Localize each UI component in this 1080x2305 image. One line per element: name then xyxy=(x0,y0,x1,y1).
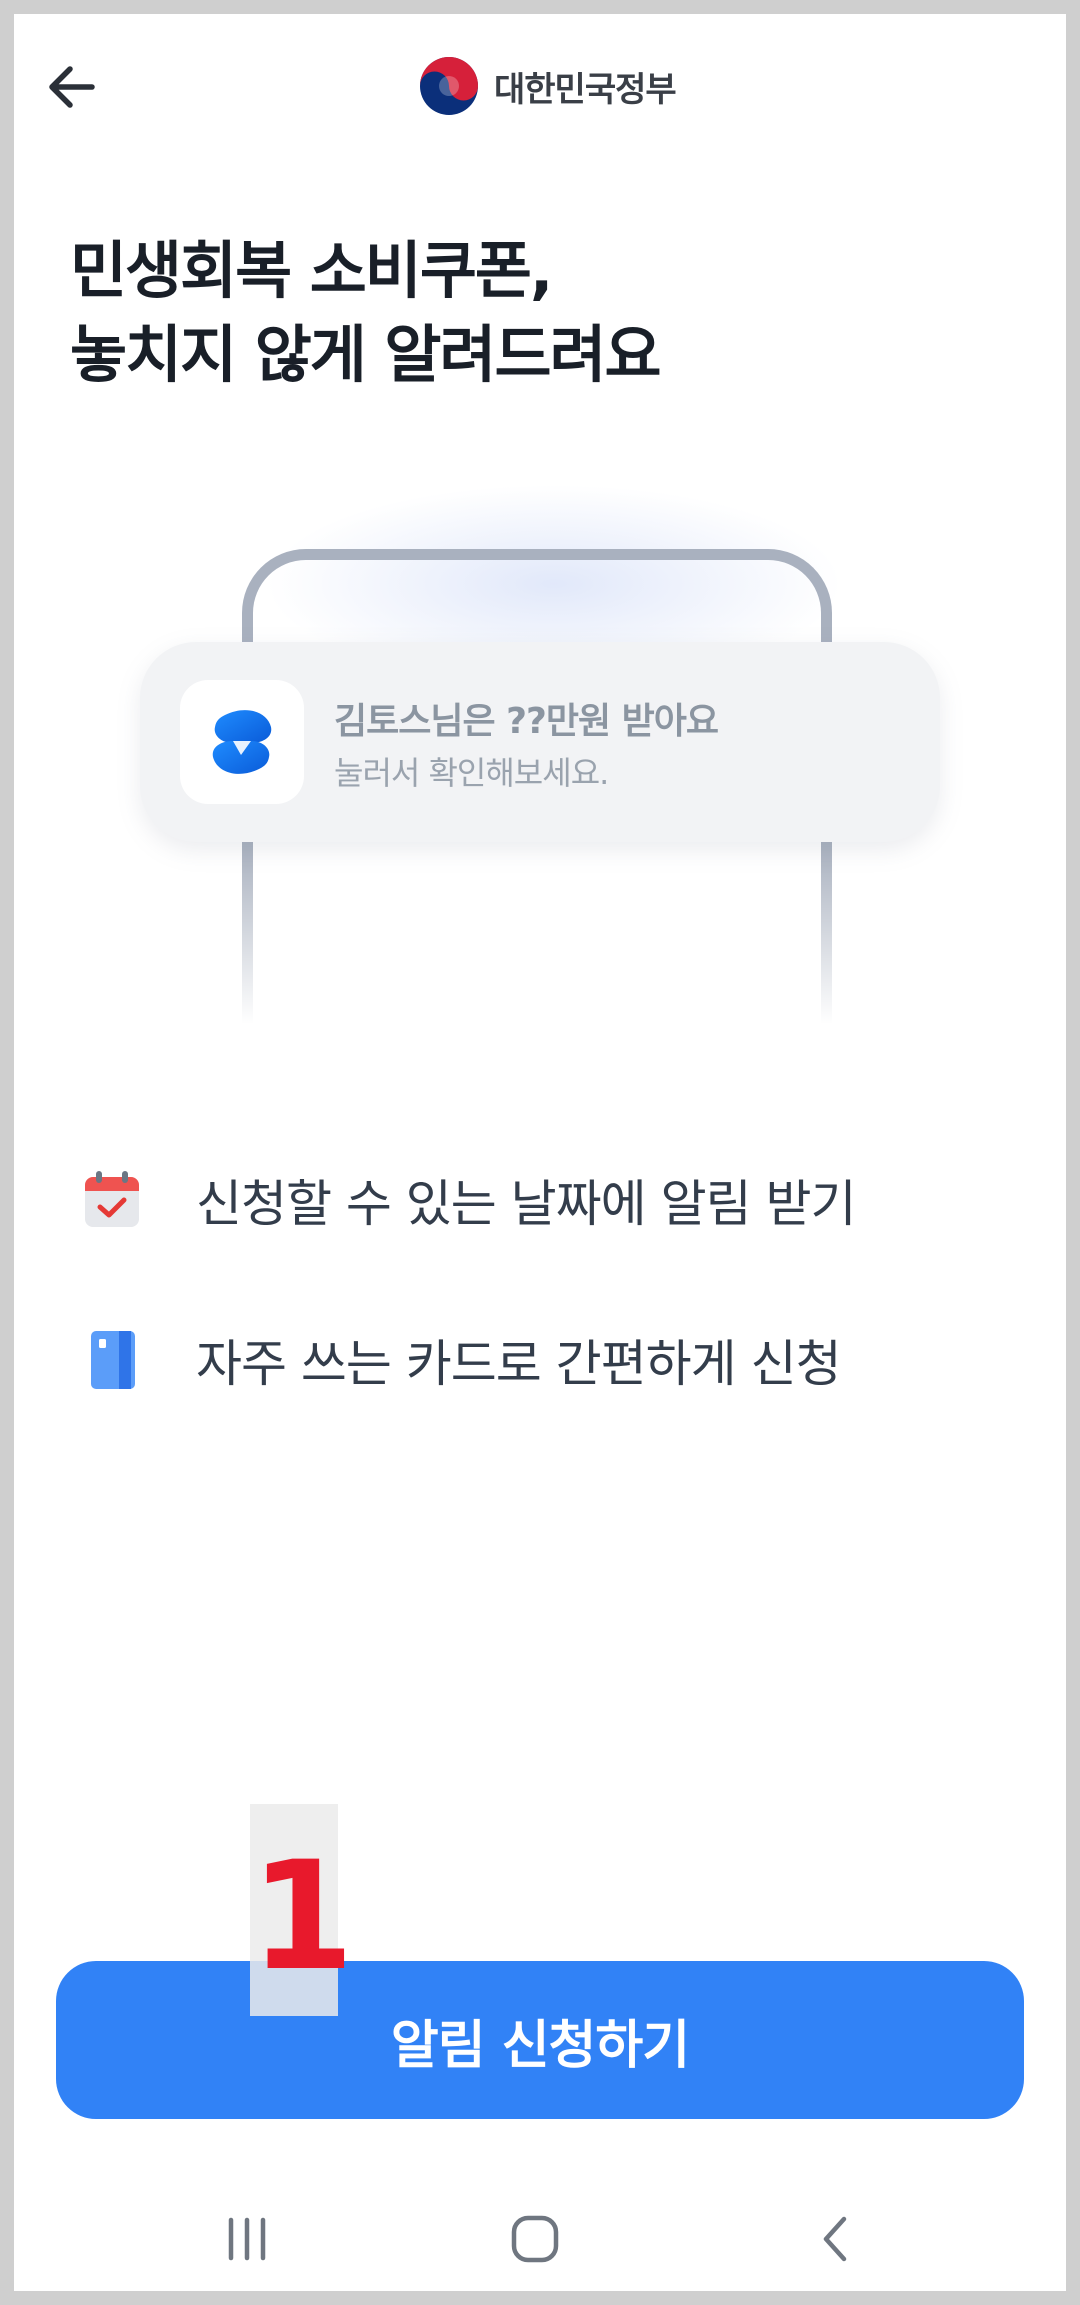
toss-logo-icon xyxy=(212,710,272,774)
annotation-number: 1 xyxy=(250,1830,355,2004)
phone-fade xyxy=(224,844,854,1044)
app-icon xyxy=(180,680,304,804)
card-icon xyxy=(72,1320,152,1400)
government-brand: 대한민국정부 xyxy=(418,46,677,126)
government-name: 대한민국정부 xyxy=(494,69,677,110)
title-line-1: 민생회복 소비쿠폰, xyxy=(70,234,553,307)
annotation-marker: 1 xyxy=(250,1804,355,2016)
home-button[interactable] xyxy=(490,2194,580,2284)
feature-label: 신청할 수 있는 날짜에 알림 받기 xyxy=(196,1175,856,1233)
recents-icon xyxy=(228,2217,266,2261)
page-title: 민생회복 소비쿠폰, 놓치지 않게 알려드려요 xyxy=(70,229,1010,397)
home-icon xyxy=(511,2215,559,2263)
back-button[interactable] xyxy=(34,49,110,125)
arrow-left-icon xyxy=(49,66,95,108)
nav-back-button[interactable] xyxy=(792,2194,882,2284)
feature-label: 자주 쓰는 카드로 간편하게 신청 xyxy=(196,1335,842,1393)
feature-item-card: 자주 쓰는 카드로 간편하게 신청 xyxy=(72,1320,842,1400)
notification-subtitle: 눌러서 확인해보세요. xyxy=(334,754,609,792)
nav-back-icon xyxy=(823,2216,847,2262)
apply-notification-label: 알림 신청하기 xyxy=(390,2015,690,2076)
title-line-2: 놓치지 않게 알려드려요 xyxy=(70,318,662,391)
feature-item-notification: 신청할 수 있는 날짜에 알림 받기 xyxy=(72,1160,856,1240)
taegeuk-emblem xyxy=(420,57,478,115)
system-navigation-bar xyxy=(14,2194,1066,2284)
notification-title: 김토스님은 ??만원 받아요 xyxy=(334,701,719,742)
notification-preview: 김토스님은 ??만원 받아요 눌러서 확인해보세요. xyxy=(140,642,940,842)
recents-button[interactable] xyxy=(202,2194,292,2284)
calendar-check-icon xyxy=(72,1160,152,1240)
apply-notification-button[interactable]: 알림 신청하기 xyxy=(56,1961,1024,2119)
app-screen: 대한민국정부 민생회복 소비쿠폰, 놓치지 않게 알려드려요 김토스님은 ??만… xyxy=(14,14,1066,2291)
